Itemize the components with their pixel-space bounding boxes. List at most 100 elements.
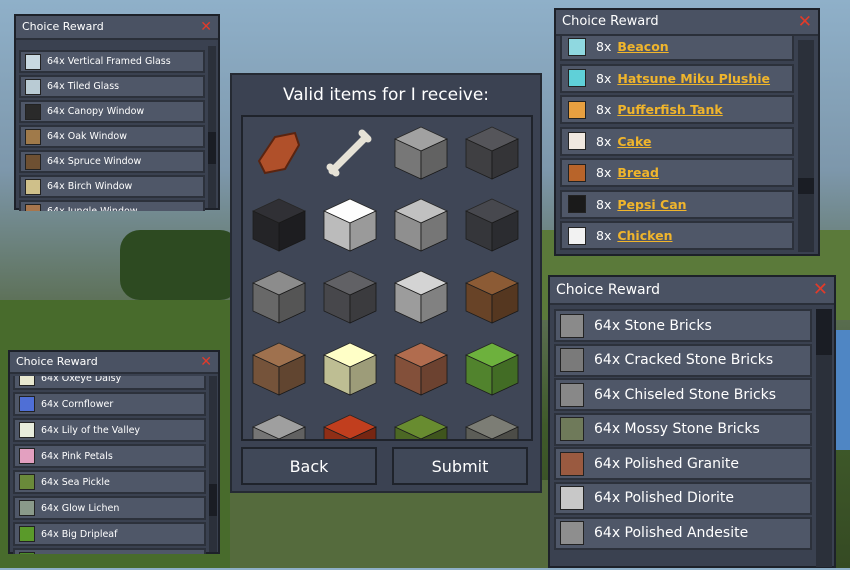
reward-row[interactable]: 64x Pink Petals xyxy=(13,444,206,468)
grid-item-tuff[interactable] xyxy=(464,413,520,439)
reward-label: 64x Spruce Window xyxy=(47,156,142,167)
reward-item-link[interactable]: Pufferfish Tank xyxy=(617,102,722,117)
reward-row[interactable]: 64x Lily of the Valley xyxy=(13,418,206,442)
reward-list[interactable]: 8x Beacon 8x Hatsune Miku Plushie 8x Pufferfi… xyxy=(560,36,794,254)
reward-row[interactable]: 64x Stone Bricks xyxy=(554,309,812,342)
choice-reward-panel-top-left: Choice Reward ✕ 64x Vertical Framed Glas… xyxy=(14,14,220,211)
grid-item-smooth-quartz[interactable] xyxy=(322,197,378,253)
reward-row[interactable]: 64x Birch Window xyxy=(19,175,205,198)
reward-row[interactable]: 64x Polished Granite xyxy=(554,447,812,481)
reward-item-link[interactable]: Cake xyxy=(617,134,651,149)
panel-title: Choice Reward xyxy=(562,14,659,29)
reward-row[interactable]: 64x Tiled Glass xyxy=(19,75,205,98)
reward-item-link[interactable]: Bread xyxy=(617,165,659,180)
reward-row[interactable]: 64x Oak Window xyxy=(19,125,205,148)
submit-button[interactable]: Submit xyxy=(392,447,528,485)
reward-row[interactable]: 64x Cracked Stone Bricks xyxy=(554,343,812,377)
reward-label: 64x Oak Window xyxy=(47,131,128,142)
smooth-stone-icon xyxy=(394,198,448,252)
grid-item-dirt[interactable] xyxy=(464,269,520,325)
reward-row[interactable]: 8x Hatsune Miku Plushie xyxy=(560,63,794,93)
panel-titlebar: Choice Reward ✕ xyxy=(550,277,834,305)
scrollbar[interactable] xyxy=(208,46,216,208)
reward-label: 64x Tiled Glass xyxy=(47,81,120,92)
reward-label: 64x Jungle Window xyxy=(47,206,138,211)
panel-title: Choice Reward xyxy=(556,282,661,298)
reward-row[interactable]: 8x Beacon xyxy=(560,36,794,61)
item-block-icon xyxy=(19,552,35,554)
grid-item-bone[interactable] xyxy=(322,125,378,181)
reward-row[interactable]: 64x Small Dripleaf xyxy=(13,548,206,554)
item-block-icon xyxy=(25,203,41,211)
reward-list[interactable]: 64x Stone Bricks 64x Cracked Stone Bricks… xyxy=(554,309,812,570)
reward-row[interactable]: 64x Canopy Window xyxy=(19,100,205,123)
scrollbar[interactable] xyxy=(816,309,832,567)
reward-list[interactable]: 64x Oxeye Daisy 64x Cornflower 64x Lily of… xyxy=(13,376,206,554)
grid-item-diorite[interactable] xyxy=(393,269,449,325)
reward-item-link[interactable]: Pepsi Can xyxy=(617,197,686,212)
moss-block-icon xyxy=(394,414,448,439)
close-icon[interactable]: ✕ xyxy=(200,352,212,372)
item-block-icon xyxy=(560,521,584,546)
cobblestone-icon xyxy=(252,270,306,324)
reward-row[interactable]: 64x Cornflower xyxy=(13,392,206,416)
reward-row[interactable]: 64x Jungle Window xyxy=(19,200,205,211)
grid-item-granite[interactable] xyxy=(393,341,449,397)
panel-titlebar: Choice Reward ✕ xyxy=(556,10,818,36)
close-icon[interactable]: ✕ xyxy=(200,16,212,38)
reward-row[interactable]: 8x Pufferfish Tank xyxy=(560,95,794,124)
blackstone-icon xyxy=(252,198,306,252)
grid-item-cobblestone[interactable] xyxy=(251,269,307,325)
reward-label: 64x Oxeye Daisy xyxy=(41,376,122,384)
item-grid[interactable] xyxy=(241,115,533,441)
grid-item-deepslate-bricks[interactable] xyxy=(464,197,520,253)
reward-item-link[interactable]: Chicken xyxy=(617,228,672,243)
grid-item-blackstone[interactable] xyxy=(251,197,307,253)
grid-item-end-stone[interactable] xyxy=(322,341,378,397)
reward-row[interactable]: 64x Polished Andesite xyxy=(554,516,812,550)
item-block-icon xyxy=(560,313,584,338)
reward-row[interactable]: 64x Chiseled Stone Bricks xyxy=(554,378,812,412)
scrollbar[interactable] xyxy=(798,40,814,252)
grid-item-moss-block[interactable] xyxy=(393,413,449,439)
choice-reward-panel-top-right: Choice Reward ✕ 8x Beacon 8x Hatsune Miku P… xyxy=(554,8,820,256)
reward-row[interactable]: 64x Sea Pickle xyxy=(13,470,206,494)
reward-list[interactable]: 64x Vertical Framed Glass 64x Tiled Glass… xyxy=(19,46,205,211)
reward-item-link[interactable]: Hatsune Miku Plushie xyxy=(617,71,770,86)
reward-row[interactable]: 8x Pepsi Can xyxy=(560,189,794,219)
reward-row[interactable]: 64x Big Dripleaf xyxy=(13,522,206,546)
grid-item-grass-block[interactable] xyxy=(464,341,520,397)
grid-item-rooted-dirt[interactable] xyxy=(251,341,307,397)
reward-row[interactable]: 64x Spruce Window xyxy=(19,150,205,173)
reward-row[interactable]: 64x Glow Lichen xyxy=(13,496,206,520)
reward-row[interactable]: 64x Mossy Stone Bricks xyxy=(554,412,812,446)
grid-item-stone[interactable] xyxy=(393,125,449,181)
grid-item-smooth-stone[interactable] xyxy=(393,197,449,253)
item-block-icon xyxy=(25,78,41,95)
grid-item-rotten-flesh[interactable] xyxy=(251,125,307,181)
grid-item-andesite[interactable] xyxy=(251,413,307,439)
reward-row[interactable]: 8x Bread xyxy=(560,158,794,187)
reward-row[interactable]: 64x Vertical Framed Glass xyxy=(19,50,205,73)
close-icon[interactable]: ✕ xyxy=(813,277,828,303)
scrollbar-thumb[interactable] xyxy=(816,309,832,355)
grid-item-cobbled-deepslate[interactable] xyxy=(464,125,520,181)
reward-row[interactable]: 64x Oxeye Daisy xyxy=(13,376,206,390)
grid-item-deepslate[interactable] xyxy=(322,269,378,325)
panel-title: Choice Reward xyxy=(22,20,104,33)
grid-item-magma-block[interactable] xyxy=(322,413,378,439)
close-icon[interactable]: ✕ xyxy=(798,10,812,34)
scrollbar-thumb[interactable] xyxy=(208,132,216,164)
magma-block-icon xyxy=(323,414,377,439)
reward-row[interactable]: 64x Polished Diorite xyxy=(554,481,812,515)
back-button[interactable]: Back xyxy=(241,447,377,485)
scrollbar-thumb[interactable] xyxy=(798,178,814,194)
reward-quantity: 8x xyxy=(596,228,612,243)
reward-row[interactable]: 8x Cake xyxy=(560,126,794,156)
scrollbar-thumb[interactable] xyxy=(209,484,217,516)
item-block-icon xyxy=(19,500,35,516)
item-block-icon xyxy=(568,37,586,56)
reward-row[interactable]: 8x Chicken xyxy=(560,221,794,250)
scrollbar[interactable] xyxy=(209,376,217,552)
reward-item-link[interactable]: Beacon xyxy=(617,39,668,54)
